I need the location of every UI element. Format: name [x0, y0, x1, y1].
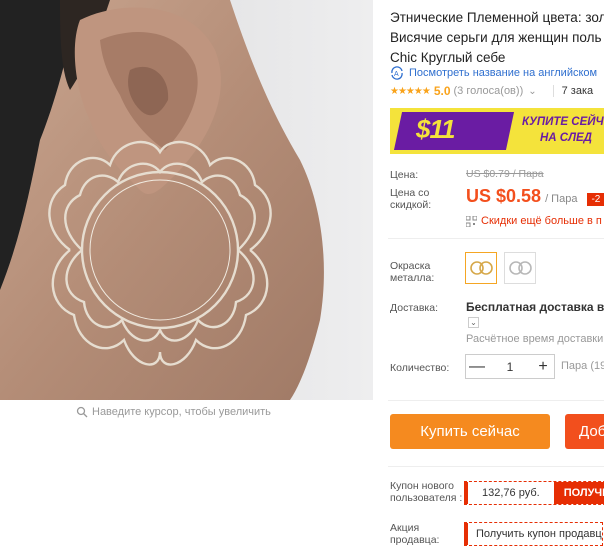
title-line: Этнические Племенной цвета: зол [390, 10, 604, 25]
seller-coupon[interactable]: Получить купон продавц [464, 522, 603, 546]
swatch-gold[interactable] [465, 252, 497, 284]
new-user-coupon-label: Купон нового пользователя : [390, 480, 463, 504]
quantity-unit: Пара (19 [561, 360, 604, 372]
product-info: Этнические Племенной цвета: зол Висячие … [388, 0, 604, 558]
product-photo[interactable] [0, 0, 373, 400]
qr-code-icon [466, 215, 477, 227]
coupon-amount: 132,76 руб. [482, 487, 540, 499]
price-unit: / Пара [545, 193, 578, 205]
rating-score: 5.0 [433, 84, 451, 98]
get-coupon-button[interactable]: ПОЛУЧИ [553, 482, 604, 504]
earring-photo-illustration [0, 0, 373, 400]
more-discounts-text[interactable]: Скидки ещё больше в п [481, 215, 602, 227]
divider [552, 85, 554, 97]
discount-price-label: Цена со скидкой: [390, 187, 432, 211]
divider [388, 400, 604, 401]
discount-badge: -2 [587, 193, 604, 206]
quantity-input[interactable]: 1 [488, 360, 532, 374]
translate-link-text[interactable]: Посмотреть название на английском [409, 67, 597, 79]
promo-text: КУПИТЕ СЕЙЧ НА СЛЕД [522, 114, 604, 146]
chevron-down-icon[interactable]: ⌄ [528, 86, 536, 97]
seller-coupon-button[interactable]: Получить купон продавц [476, 528, 602, 540]
current-price: US $0.58 [466, 186, 542, 206]
shipping-time: Расчётное время доставки: [466, 333, 604, 345]
promo-line: КУПИТЕ СЕЙЧ [522, 116, 604, 128]
product-title: Этнические Племенной цвета: зол Висячие … [390, 8, 604, 68]
silver-earring-swatch-icon [509, 261, 532, 275]
translate-link[interactable]: A Посмотреть название на английском [390, 66, 597, 80]
zoom-hint-text: Наведите курсор, чтобы увеличить [92, 406, 271, 418]
swatch-silver[interactable] [504, 252, 536, 284]
price-row: US $0.58 / Пара -2 [466, 186, 604, 207]
quantity-plus-button[interactable]: + [532, 358, 554, 376]
zoom-hint: Наведите курсор, чтобы увеличить [76, 406, 271, 418]
product-gallery: Наведите курсор, чтобы увеличить [0, 0, 373, 558]
rating-votes[interactable]: (3 голоса(ов)) [454, 85, 524, 97]
more-discounts-link[interactable]: Скидки ещё больше в п [466, 215, 602, 227]
rating-stars-icon: ★★★★★ [390, 85, 431, 97]
quantity-label: Количество: [390, 362, 450, 374]
buy-now-button[interactable]: Купить сейчас [390, 414, 550, 449]
translate-icon: A [391, 66, 403, 80]
promo-amount: $11 [416, 114, 455, 144]
rating-row: ★★★★★ 5.0 (3 голоса(ов)) ⌄ 7 зака [390, 84, 593, 98]
price-label: Цена: [390, 169, 419, 181]
shipping-value[interactable]: Бесплатная доставка в Ru [466, 300, 604, 314]
title-line: Chic Круглый себе [390, 50, 506, 65]
promo-line: НА СЛЕД [540, 132, 592, 144]
gold-earring-swatch-icon [470, 261, 493, 275]
add-to-cart-button[interactable]: Доб [565, 414, 604, 449]
svg-text:A: A [394, 71, 399, 78]
promo-banner[interactable]: $11 КУПИТЕ СЕЙЧ НА СЛЕД [390, 108, 604, 154]
magnifier-icon [76, 406, 88, 418]
quantity-stepper[interactable]: — 1 + [465, 354, 555, 379]
divider [388, 238, 604, 239]
old-price: US $0.79 / Пара [466, 168, 544, 180]
title-line: Висячие серьги для женщин поль [390, 30, 602, 45]
chevron-down-icon[interactable]: ⌄ [468, 317, 479, 328]
seller-promo-label: Акция продавца: [390, 522, 440, 546]
quantity-minus-button[interactable]: — [466, 358, 488, 376]
new-user-coupon[interactable]: 132,76 руб. ПОЛУЧИ [464, 481, 604, 505]
orders-count: 7 зака [561, 85, 594, 97]
divider [388, 466, 604, 467]
color-label: Окраска металла: [390, 260, 435, 284]
shipping-label: Доставка: [390, 302, 439, 314]
